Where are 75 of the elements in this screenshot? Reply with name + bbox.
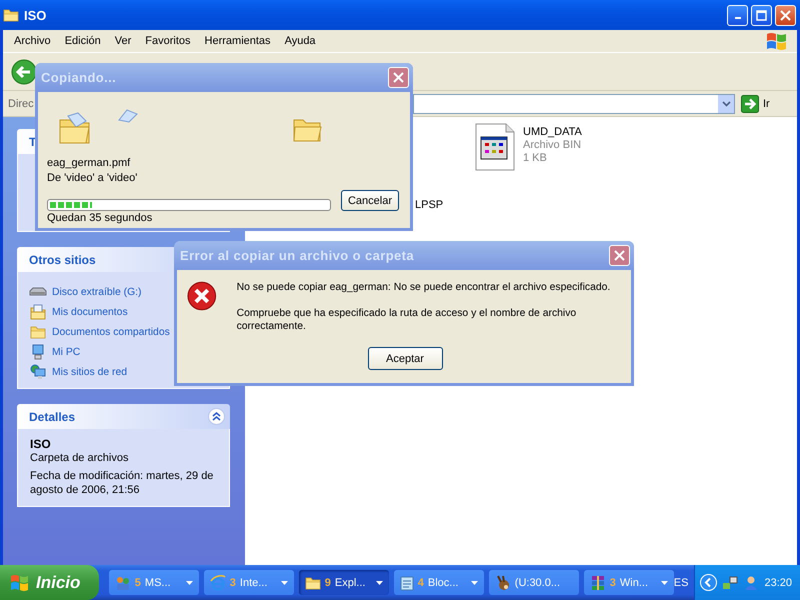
- windows-logo-icon: [10, 574, 30, 592]
- detail-modified: Fecha de modificación: martes, 29 de agosto de 2006, 21:56: [30, 469, 214, 497]
- dropdown-button[interactable]: [718, 94, 734, 112]
- network-icon: [29, 364, 47, 380]
- detail-name: ISO: [30, 437, 52, 451]
- documents-icon: [29, 304, 47, 320]
- error-icon: [187, 281, 217, 311]
- maximize-button[interactable]: [751, 4, 772, 26]
- paper-icon: [117, 108, 139, 124]
- menu-item[interactable]: Ayuda: [278, 35, 323, 47]
- sidebar-link[interactable]: Mis documentos: [29, 302, 128, 322]
- sidebar-link[interactable]: Mis sitios de red: [29, 362, 128, 382]
- close-button[interactable]: [609, 245, 630, 266]
- dialog-title: Copiando...: [41, 70, 116, 85]
- bin-file-icon: [475, 123, 515, 171]
- notepad-icon: [400, 574, 414, 590]
- people-icon: [114, 574, 131, 590]
- file-name[interactable]: UMD_DATA: [523, 126, 582, 139]
- mule-icon: [494, 574, 511, 590]
- language-indicator[interactable]: ES: [674, 576, 688, 588]
- error-hint: Compruebe que ha especificado la ruta de acceso y el nombre de archivo correctamente.: [236, 307, 578, 333]
- minimize-icon: [734, 17, 740, 19]
- menu-item[interactable]: Archivo: [7, 35, 58, 47]
- menu-item[interactable]: Herramientas: [198, 35, 278, 47]
- start-button[interactable]: Inicio: [0, 565, 99, 600]
- menu-item[interactable]: Edición: [58, 35, 108, 47]
- chevron-icon[interactable]: [700, 574, 718, 591]
- copy-route: De 'video' a 'video': [47, 171, 138, 186]
- sidebar-link[interactable]: Disco extraíble (G:): [29, 282, 142, 302]
- file-type: Archivo BIN: [523, 139, 582, 152]
- browser-icon: [210, 574, 226, 590]
- taskbar-button[interactable]: 4 Bloc...: [394, 570, 484, 595]
- dialog-title: Error al copiar un archivo o carpeta: [180, 248, 414, 263]
- minimize-button[interactable]: [727, 4, 748, 26]
- folder-icon: [58, 112, 92, 145]
- taskbar-button[interactable]: 3 Inte...: [204, 570, 294, 595]
- menu-item[interactable]: Favoritos: [138, 35, 198, 47]
- windows-logo-icon: [765, 31, 789, 51]
- clock: 23:20: [764, 576, 792, 588]
- folder-icon: [304, 576, 321, 590]
- ok-button[interactable]: Aceptar: [368, 347, 442, 370]
- close-icon: [614, 250, 625, 261]
- detail-type: Carpeta de archivos: [30, 451, 130, 465]
- error-message: No se puede copiar eag_german: No se puede encontrar el archivo especificado.: [236, 281, 612, 294]
- network-icon[interactable]: [722, 574, 738, 590]
- close-button[interactable]: [775, 4, 796, 26]
- drive-icon: [29, 287, 47, 297]
- time-remaining: Quedan 35 segundos: [47, 211, 154, 226]
- file-name[interactable]: LPSP: [415, 199, 444, 219]
- folder-icon: [3, 8, 19, 22]
- back-icon[interactable]: [11, 58, 37, 84]
- address-label: Direc: [8, 98, 35, 110]
- file-name: eag_german.pmf: [47, 156, 132, 171]
- pane-title: Otros sitios: [29, 252, 96, 266]
- file-size: 1 KB: [523, 152, 548, 165]
- collapse-icon[interactable]: [208, 408, 225, 425]
- address-field[interactable]: [413, 94, 735, 114]
- archive-icon: [590, 574, 606, 590]
- close-icon: [393, 72, 404, 83]
- folder-icon: [29, 325, 47, 339]
- pane-title: Detalles: [29, 410, 76, 424]
- close-button[interactable]: [388, 67, 409, 88]
- arrow-icon: [741, 94, 759, 112]
- maximize-icon: [756, 10, 767, 20]
- taskbar-button[interactable]: (U:30.0...: [488, 570, 579, 595]
- go-button[interactable]: Ir: [741, 94, 770, 112]
- sidebar-link[interactable]: Documentos compartidos: [29, 322, 170, 342]
- sidebar-link[interactable]: Mi PC: [29, 342, 80, 362]
- taskbar-button[interactable]: 9 Expl...: [298, 570, 389, 595]
- close-icon: [780, 10, 791, 20]
- menu-item[interactable]: Ver: [108, 35, 138, 47]
- window-title: ISO: [24, 8, 46, 22]
- cancel-button[interactable]: Cancelar: [341, 190, 399, 211]
- caret-icon: [722, 100, 730, 106]
- taskbar-button[interactable]: 3 Win...: [584, 570, 674, 595]
